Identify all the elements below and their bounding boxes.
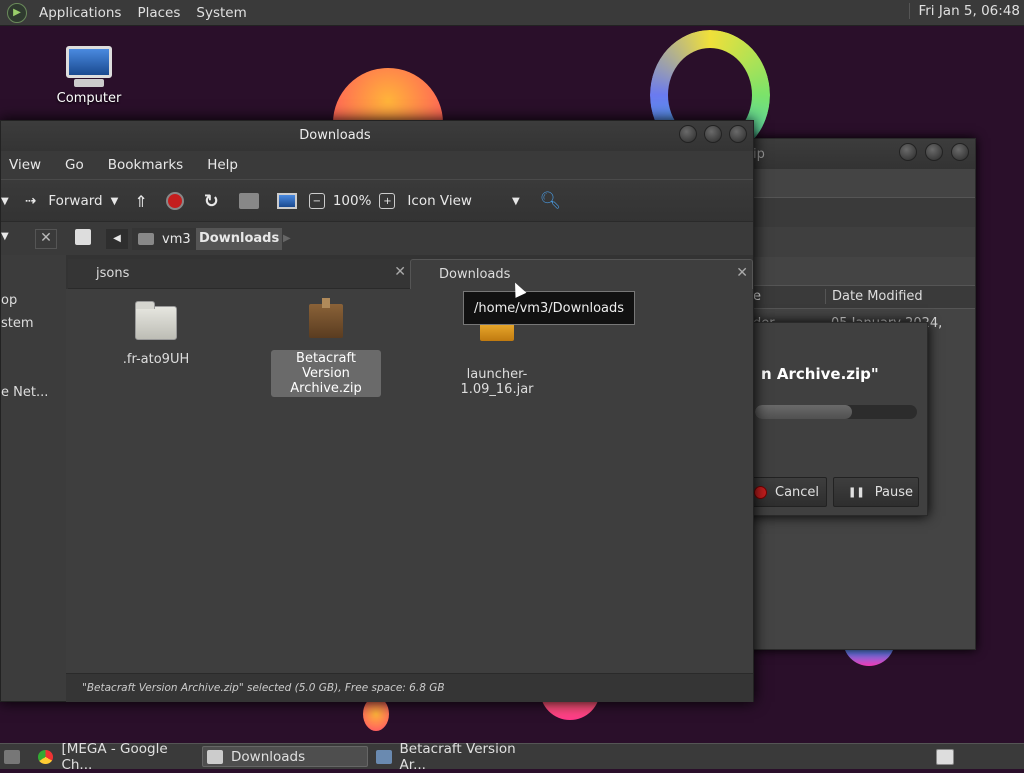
computer-icon[interactable] bbox=[276, 193, 297, 209]
tab-bar: jsons ✕ Downloads ✕ bbox=[66, 255, 753, 289]
path-segment-downloads[interactable]: Downloads bbox=[196, 228, 283, 250]
task-betacraft[interactable]: Betacraft Version Ar... bbox=[372, 741, 542, 773]
reload-icon[interactable]: ↻ bbox=[204, 191, 219, 212]
close-tab-icon[interactable]: ✕ bbox=[394, 264, 406, 280]
back-dropdown-arrow[interactable]: ▼ bbox=[1, 196, 13, 207]
window-title-fragment: ip bbox=[753, 147, 765, 162]
close-sidebar-icon[interactable]: ✕ bbox=[35, 229, 57, 249]
file-item[interactable]: Betacraft Version Archive.zip bbox=[271, 298, 381, 397]
wallpaper-shape bbox=[363, 697, 389, 731]
up-arrow-icon[interactable]: ⇑ bbox=[134, 192, 147, 211]
task-mega-chrome[interactable]: [MEGA - Google Ch... bbox=[34, 741, 198, 773]
tab-jsons[interactable]: jsons ✕ bbox=[68, 259, 410, 289]
menu-view[interactable]: View bbox=[1, 157, 53, 173]
taskbar: [MEGA - Google Ch... Downloads Betacraft… bbox=[0, 741, 1024, 773]
workspace-switcher[interactable] bbox=[936, 746, 958, 767]
sidebar-item[interactable]: op bbox=[1, 293, 17, 308]
view-mode-dropdown-arrow[interactable]: ▼ bbox=[512, 196, 520, 207]
pause-button[interactable]: ❚❚ Pause bbox=[833, 477, 919, 507]
computer-icon bbox=[66, 46, 112, 78]
status-bar: "Betacraft Version Archive.zip" selected… bbox=[66, 673, 753, 702]
edit-location-icon[interactable] bbox=[75, 229, 91, 245]
zoom-level[interactable]: 100% bbox=[333, 193, 372, 209]
progress-fill bbox=[755, 405, 853, 419]
menu-system[interactable]: System bbox=[188, 5, 254, 21]
task-downloads[interactable]: Downloads bbox=[202, 746, 368, 767]
path-tooltip: /home/vm3/Downloads bbox=[463, 291, 636, 325]
sidebar-item[interactable]: e Net... bbox=[1, 385, 48, 400]
file-operation-icon bbox=[376, 749, 392, 764]
show-desktop-icon bbox=[4, 749, 20, 764]
forward-button[interactable]: ⇢ Forward bbox=[25, 193, 103, 209]
column-name[interactable]: e bbox=[753, 289, 761, 304]
zoom-in-icon[interactable]: + bbox=[379, 193, 396, 209]
chrome-icon bbox=[38, 749, 54, 764]
tab-downloads[interactable]: Downloads ✕ bbox=[410, 259, 753, 289]
close-button[interactable] bbox=[951, 143, 969, 161]
column-date-modified[interactable]: Date Modified bbox=[825, 289, 923, 304]
path-forward-arrow[interactable]: ▶ bbox=[283, 229, 291, 249]
stop-icon bbox=[754, 485, 767, 499]
home-folder-icon[interactable] bbox=[238, 193, 259, 209]
path-segment-vm3[interactable]: vm3 bbox=[132, 228, 197, 250]
path-back-arrow[interactable]: ◀ bbox=[106, 229, 128, 249]
folder-icon bbox=[135, 301, 177, 340]
toolbar: ▼ ⇢ Forward ▼ ⇑ ↻ − 100% + Icon View ▼ 🔍… bbox=[1, 179, 753, 222]
minimize-button[interactable] bbox=[899, 143, 917, 161]
clock[interactable]: Fri Jan 5, 06:48 bbox=[909, 3, 1020, 19]
workspace-icon bbox=[936, 748, 954, 765]
search-icon[interactable]: 🔍︎ bbox=[540, 191, 562, 211]
menu-bookmarks[interactable]: Bookmarks bbox=[100, 157, 195, 173]
menu-places[interactable]: Places bbox=[129, 5, 188, 21]
sidebar-item[interactable]: stem bbox=[1, 316, 34, 331]
archive-icon bbox=[309, 298, 343, 338]
status-text: "Betacraft Version Archive.zip" selected… bbox=[82, 682, 445, 694]
sidebar: op stem e Net... bbox=[1, 255, 67, 701]
window-titlebar[interactable]: Downloads bbox=[1, 121, 753, 151]
forward-arrow-icon: ⇢ bbox=[25, 193, 37, 209]
desktop-icon-label: Computer bbox=[56, 91, 122, 106]
desktop-icon-computer[interactable]: Computer bbox=[52, 46, 126, 106]
minimize-button[interactable] bbox=[679, 125, 697, 143]
file-view[interactable]: .fr-ato9UH Betacraft Version Archive.zip… bbox=[66, 289, 753, 673]
file-operation-dialog: n Archive.zip" Cancel ❚❚ Pause bbox=[740, 322, 928, 516]
menu-help[interactable]: Help bbox=[199, 157, 250, 173]
file-manager-window[interactable]: Downloads View Go Bookmarks Help ▼ ⇢ For… bbox=[0, 120, 754, 702]
pause-icon: ❚❚ bbox=[848, 486, 865, 498]
close-button[interactable] bbox=[729, 125, 747, 143]
stop-icon[interactable] bbox=[165, 192, 184, 210]
window-title: Downloads bbox=[299, 128, 371, 143]
file-item[interactable]: .fr-ato9UH bbox=[101, 301, 211, 367]
menu-go[interactable]: Go bbox=[57, 157, 96, 173]
forward-dropdown-arrow[interactable]: ▼ bbox=[111, 196, 119, 207]
sidebar-select-dropdown-arrow[interactable]: ▼ bbox=[1, 231, 9, 242]
home-icon bbox=[138, 233, 154, 245]
folder-icon bbox=[207, 749, 223, 764]
menubar: View Go Bookmarks Help bbox=[1, 151, 753, 179]
menu-applications[interactable]: Applications bbox=[31, 5, 129, 21]
distro-logo-icon[interactable]: ▶ bbox=[7, 2, 27, 23]
view-mode-select[interactable]: Icon View bbox=[407, 193, 472, 209]
maximize-button[interactable] bbox=[704, 125, 722, 143]
path-bar: ▼ ✕ ◀ vm3 Downloads ▶ bbox=[1, 221, 753, 256]
progress-bar bbox=[755, 405, 917, 419]
maximize-button[interactable] bbox=[925, 143, 943, 161]
show-desktop-button[interactable] bbox=[2, 746, 26, 767]
dialog-heading: n Archive.zip" bbox=[761, 365, 879, 383]
zoom-out-icon[interactable]: − bbox=[308, 193, 325, 209]
top-panel: ▶ Applications Places System Fri Jan 5, … bbox=[0, 0, 1024, 26]
close-tab-icon[interactable]: ✕ bbox=[736, 265, 748, 281]
